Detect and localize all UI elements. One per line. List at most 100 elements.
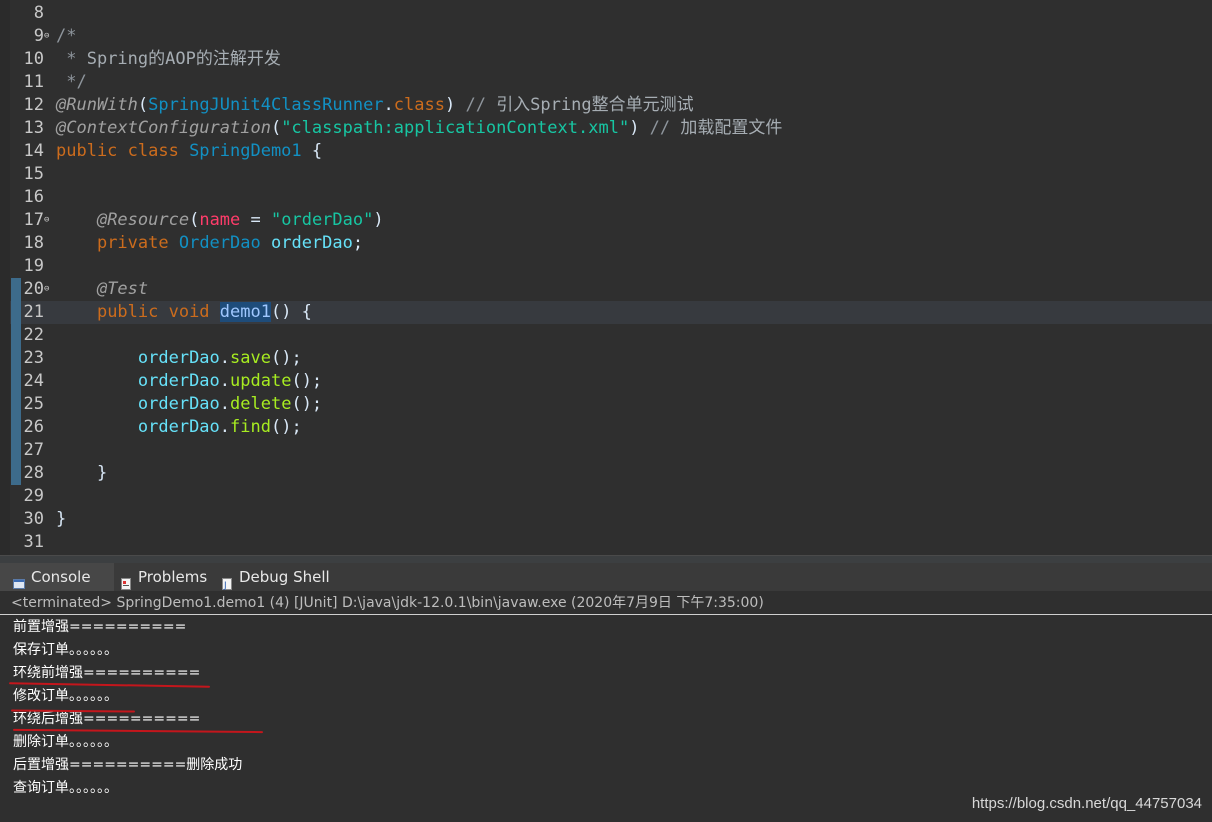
code-token: //: [465, 95, 497, 115]
code-token: @ContextConfiguration: [56, 118, 271, 138]
code-token: find: [230, 417, 271, 437]
code-text: orderDao.save();: [56, 347, 302, 370]
console-icon: [13, 571, 25, 589]
code-line[interactable]: 29: [10, 485, 1212, 508]
code-line[interactable]: 24 orderDao.update();: [10, 370, 1212, 393]
code-line[interactable]: 21 public void demo1() {: [10, 301, 1212, 324]
console-output-line: 环绕前增强==========: [13, 665, 201, 681]
code-token: .: [219, 371, 231, 391]
code-line[interactable]: 30}: [10, 508, 1212, 531]
code-token: ): [629, 118, 650, 138]
code-line[interactable]: 9⊖/*: [10, 25, 1212, 48]
code-token: ): [444, 95, 466, 115]
code-token: orderDao: [270, 233, 353, 253]
line-number: 15: [23, 164, 44, 184]
code-token: ();: [291, 394, 323, 414]
tab-console[interactable]: Console: [0, 563, 114, 591]
code-text: @Test: [56, 278, 148, 301]
tab-problems[interactable]: Problems: [120, 563, 207, 591]
code-token: orderDao: [137, 417, 220, 437]
code-line[interactable]: 23 orderDao.save();: [10, 347, 1212, 370]
code-token: SpringDemo1: [189, 141, 302, 161]
line-number: 17: [23, 210, 44, 230]
fold-toggle-icon[interactable]: ⊖: [44, 25, 55, 48]
code-token: //: [649, 118, 681, 138]
code-text: @RunWith(SpringJUnit4ClassRunner.class) …: [56, 94, 694, 117]
console-panel: Console Problems J Debug Shell <terminat…: [0, 563, 1212, 822]
code-token: ;: [352, 233, 364, 253]
code-token: (: [137, 95, 149, 115]
code-token: orderDao: [137, 394, 220, 414]
code-token: }: [56, 463, 108, 483]
code-token: ();: [291, 371, 323, 391]
fold-toggle-icon[interactable]: ⊖: [44, 209, 55, 232]
code-token: "orderDao": [271, 210, 374, 230]
code-line[interactable]: 17⊖ @Resource(name = "orderDao"): [10, 209, 1212, 232]
console-output-line: 后置增强==========删除成功: [13, 757, 243, 773]
code-line[interactable]: 20⊖ @Test: [10, 278, 1212, 301]
code-token: 引入Spring整合单元测试: [496, 95, 694, 115]
code-line[interactable]: 10 * Spring的AOP的注解开发: [10, 48, 1212, 71]
tab-console-label: Console: [31, 568, 91, 586]
console-output-line: 前置增强==========: [13, 619, 187, 635]
code-line[interactable]: 19: [10, 255, 1212, 278]
code-line[interactable]: 18 private OrderDao orderDao;: [10, 232, 1212, 255]
line-number: 11: [23, 72, 44, 92]
code-token: OrderDao: [178, 233, 261, 253]
code-token: 加载配置文件: [680, 118, 783, 138]
line-number: 14: [23, 141, 44, 161]
code-line[interactable]: 8: [10, 2, 1212, 25]
code-line[interactable]: 16: [10, 186, 1212, 209]
code-line[interactable]: 31: [10, 531, 1212, 554]
change-marker: [11, 278, 21, 485]
code-editor[interactable]: 8 9⊖/* 10 * Spring的AOP的注解开发 11 */12 @RunWith…: [0, 0, 1212, 555]
code-token: @Resource: [96, 210, 190, 230]
code-line[interactable]: 25 orderDao.delete();: [10, 393, 1212, 416]
code-line[interactable]: 12 @RunWith(SpringJUnit4ClassRunner.class…: [10, 94, 1212, 117]
line-number: 12: [23, 95, 44, 115]
line-number: 9: [33, 26, 44, 46]
console-status: <terminated> SpringDemo1.demo1 (4) [JUni…: [0, 591, 1212, 615]
code-line[interactable]: 26 orderDao.find();: [10, 416, 1212, 439]
line-number: 30: [23, 509, 44, 529]
debug-shell-icon: J: [221, 571, 233, 591]
line-number: 8: [33, 3, 44, 23]
line-number: 16: [23, 187, 44, 207]
watermark: https://blog.csdn.net/qq_44757034: [971, 795, 1202, 812]
code-text: orderDao.delete();: [56, 393, 322, 416]
code-token: delete: [230, 394, 292, 414]
tab-debug-shell-label: Debug Shell: [239, 568, 330, 586]
code-text: */: [56, 71, 86, 94]
tab-debug-shell[interactable]: J Debug Shell: [221, 563, 330, 591]
code-line[interactable]: 15: [10, 163, 1212, 186]
code-text: public class SpringDemo1 {: [56, 140, 322, 163]
code-token: @RunWith: [56, 95, 138, 115]
code-line[interactable]: 28 }: [10, 462, 1212, 485]
code-line[interactable]: 14 public class SpringDemo1 {: [10, 140, 1212, 163]
code-line[interactable]: 27: [10, 439, 1212, 462]
code-line[interactable]: 22: [10, 324, 1212, 347]
code-token: orderDao: [137, 348, 220, 368]
code-token: ();: [270, 348, 302, 368]
code-text: * Spring的AOP的注解开发: [56, 48, 281, 71]
console-output-line: 删除订单。。。。。。: [13, 734, 118, 750]
code-token: name: [199, 210, 241, 230]
code-token: .: [219, 394, 231, 414]
fold-toggle-icon[interactable]: ⊖: [44, 278, 55, 301]
console-output-line: 查询订单。。。。。。: [13, 780, 118, 796]
code-token: ): [373, 210, 384, 230]
code-line[interactable]: 13 @ContextConfiguration("classpath:appli…: [10, 117, 1212, 140]
code-token: () {: [270, 302, 312, 322]
code-text: }: [56, 462, 107, 485]
line-number: 31: [23, 532, 44, 552]
code-text: orderDao.find();: [56, 416, 302, 439]
code-line[interactable]: 11 */: [10, 71, 1212, 94]
code-token: orderDao: [137, 371, 220, 391]
code-token: .: [383, 95, 394, 115]
code-text: @ContextConfiguration("classpath:applica…: [56, 117, 782, 140]
